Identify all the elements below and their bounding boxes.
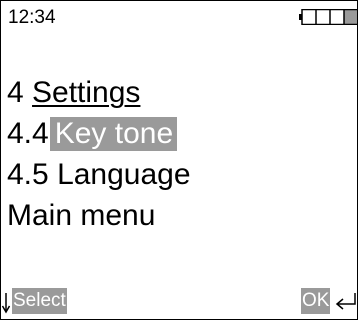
menu-item-label: Language	[57, 158, 191, 191]
clock: 12:34	[8, 7, 56, 28]
softkey-bar: Select OK	[1, 288, 357, 316]
battery-icon	[299, 9, 357, 25]
main-menu-item[interactable]: Main menu	[7, 198, 191, 239]
menu-item-label-selected: Key tone	[49, 117, 178, 151]
ok-softkey[interactable]: OK	[301, 288, 331, 314]
menu-item-number: 4.4	[7, 117, 49, 150]
menu-title-number: 4	[7, 76, 24, 109]
status-bar: 12:34	[1, 1, 357, 31]
select-softkey[interactable]: Select	[12, 288, 67, 314]
main-menu-label: Main menu	[7, 199, 156, 232]
menu-item-number: 4.5	[7, 158, 49, 191]
menu-title: 4 Settings	[7, 75, 191, 116]
down-arrow-icon	[1, 293, 11, 314]
menu-item-language[interactable]: 4.5 Language	[7, 157, 191, 198]
settings-menu: 4 Settings 4.4 Key tone 4.5 Language Main…	[7, 75, 191, 239]
enter-icon	[335, 293, 356, 310]
menu-title-label: Settings	[32, 76, 141, 109]
phone-screen: 12:34 4 Settings 4.4 Key tone 4.5 Languag…	[0, 0, 358, 320]
menu-item-key-tone[interactable]: 4.4 Key tone	[7, 116, 191, 157]
